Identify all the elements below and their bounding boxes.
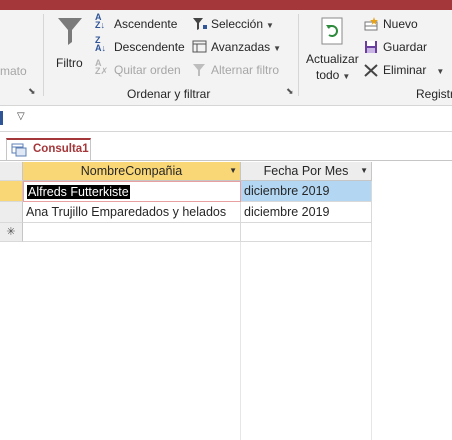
seleccion-label: Selección ▼ [211, 17, 274, 31]
column-header-nombre-compania[interactable]: NombreCompañia ▼ [23, 162, 241, 181]
column-header-fecha-por-mes[interactable]: Fecha Por Mes ▼ [241, 162, 372, 181]
dialog-launcher-icon[interactable]: ⬊ [286, 86, 294, 97]
chevron-down-icon: ▼ [342, 72, 351, 81]
group-label-ordenar-filtrar: Ordenar y filtrar [127, 87, 211, 101]
group-label-registros: Registr [416, 87, 452, 101]
guardar-button[interactable]: Guardar [364, 38, 434, 56]
query-icon [11, 143, 27, 157]
new-record-selector[interactable]: ✳ [0, 223, 23, 242]
group-separator [43, 14, 44, 96]
ascendente-label: Ascendente [114, 17, 178, 31]
cell-text-selected: Alfreds Futterkiste [27, 185, 130, 199]
eliminar-label: Eliminar ▼ [383, 63, 445, 77]
alternar-filtro-button[interactable]: Alternar filtro [192, 61, 287, 79]
column-header-label: NombreCompañia [80, 164, 183, 178]
table-cell-new[interactable] [23, 223, 241, 242]
actualizar-label-line2: todo ▼ [316, 68, 351, 82]
clear-sort-icon: A Z✗ [95, 58, 109, 76]
save-icon [365, 41, 377, 53]
table-cell[interactable]: diciembre 2019 [241, 202, 372, 223]
delete-icon [364, 64, 378, 77]
actualizar-label-line1: Actualizar [306, 52, 359, 66]
nuevo-button[interactable]: Nuevo [364, 15, 434, 33]
table-cell[interactable]: Alfreds Futterkiste [23, 181, 241, 202]
column-header-label: Fecha Por Mes [263, 164, 349, 178]
gridline [371, 241, 372, 440]
table-cell-new[interactable] [241, 223, 372, 242]
sort-ascending-icon: A Z↓ [95, 12, 105, 30]
guardar-label: Guardar [383, 40, 428, 54]
ribbon: mato ⬊ Filtro A Z↓ Ascendente Z A↓ Descend… [0, 10, 452, 106]
chevron-down-icon[interactable]: ▼ [360, 162, 368, 180]
ribbon-partial-label: mato [0, 64, 27, 78]
quitar-orden-button[interactable]: A Z✗ Quitar orden [95, 58, 190, 79]
gridline [240, 241, 241, 440]
avanzadas-button[interactable]: Avanzadas ▼ [192, 38, 282, 56]
eliminar-button[interactable]: Eliminar ▼ [364, 61, 448, 79]
refresh-icon [321, 17, 343, 45]
actualizar-todo-button[interactable]: Actualizar todo ▼ [304, 14, 360, 86]
descendente-button[interactable]: Z A↓ Descendente [95, 35, 190, 56]
filtro-button[interactable]: Filtro [52, 14, 88, 74]
table-cell[interactable]: Ana Trujillo Emparedados y helados [23, 202, 241, 223]
toggle-filter-icon [193, 64, 205, 76]
sort-descending-icon: Z A↓ [95, 35, 106, 53]
new-record-icon [364, 17, 378, 31]
tab-label: Consulta1 [33, 143, 89, 155]
chevron-down-icon: ▼ [273, 44, 282, 53]
dialog-launcher-icon[interactable]: ⬊ [28, 86, 36, 97]
nuevo-label: Nuevo [383, 17, 418, 31]
selection-filter-icon [193, 18, 207, 30]
ascendente-button[interactable]: A Z↓ Ascendente [95, 12, 185, 33]
tab-consulta1[interactable]: Consulta1 [6, 138, 91, 160]
row-selector[interactable] [0, 202, 23, 223]
row-selector-current[interactable] [0, 181, 23, 202]
group-separator [298, 14, 299, 96]
chevron-down-icon: ▼ [266, 21, 274, 30]
advanced-filter-icon [192, 40, 207, 53]
avanzadas-label: Avanzadas ▼ [211, 40, 282, 54]
filtro-label: Filtro [56, 56, 83, 70]
alternar-filtro-label: Alternar filtro [211, 63, 280, 77]
seleccion-button[interactable]: Selección ▼ [192, 15, 282, 33]
customize-toolbar-icon[interactable]: ▽ [17, 111, 25, 122]
chevron-down-icon: ▼ [436, 67, 445, 76]
chevron-down-icon[interactable]: ▼ [229, 162, 237, 180]
descendente-label: Descendente [114, 40, 185, 54]
nav-pane-edge[interactable] [0, 111, 3, 125]
quick-access-row: ▽ [0, 106, 452, 132]
title-bar [0, 0, 452, 10]
table-cell[interactable]: diciembre 2019 [241, 181, 372, 202]
quitar-orden-label: Quitar orden [114, 63, 181, 77]
funnel-icon [58, 18, 82, 45]
select-all-corner[interactable] [0, 162, 23, 181]
